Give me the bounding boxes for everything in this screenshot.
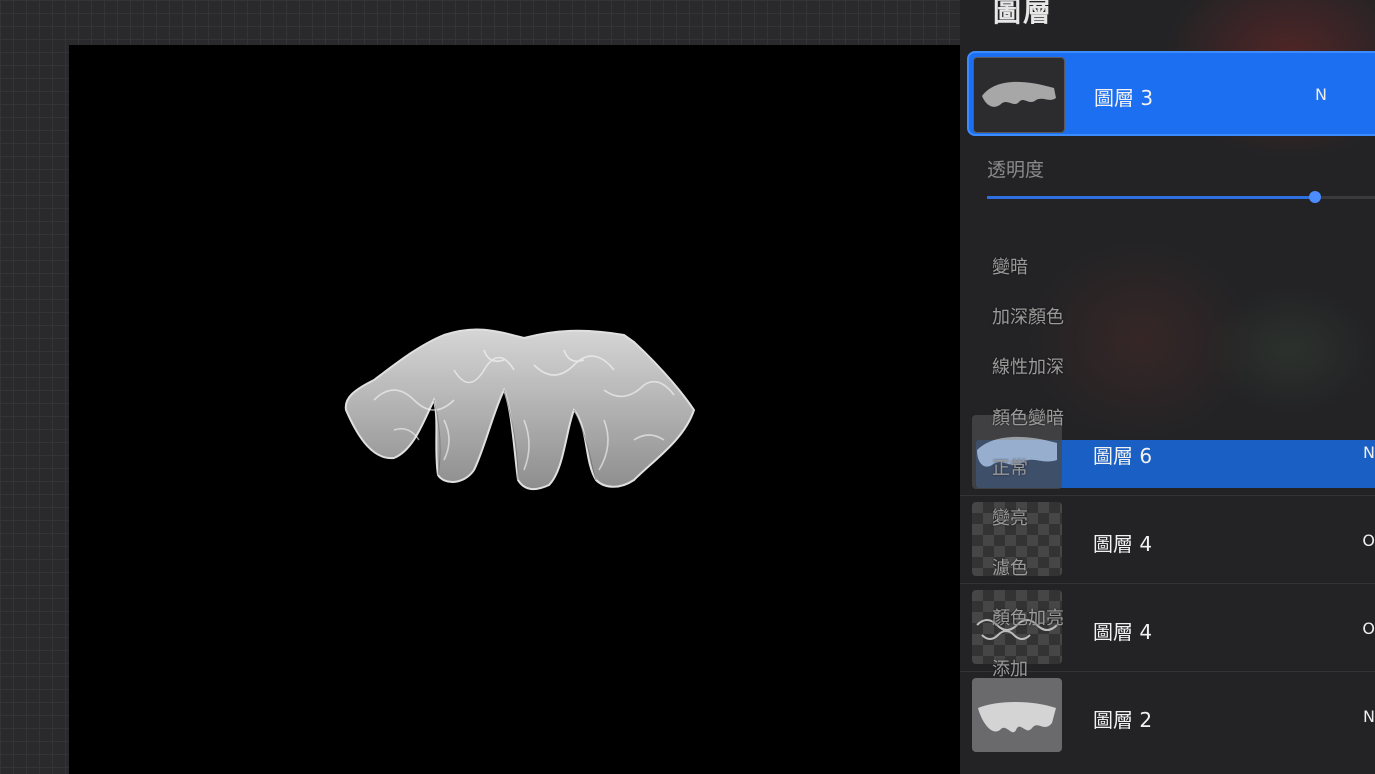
opacity-slider[interactable]	[987, 191, 1375, 203]
layer-thumbnail	[973, 57, 1065, 133]
thumbnail-art	[982, 81, 1056, 107]
opacity-slider-fill	[987, 196, 1315, 199]
blend-mode-item[interactable]: 加深顏色	[992, 303, 1064, 329]
blend-mode-item[interactable]: 顏色變暗	[992, 404, 1064, 430]
active-layer-name: 圖層 3	[1094, 86, 1154, 110]
drawing-canvas[interactable]	[69, 45, 960, 774]
layer-row[interactable]: 圖層 2 N	[960, 671, 1375, 759]
layer-name: 圖層 2	[1093, 708, 1153, 732]
layer-blend-mode[interactable]: O	[1362, 619, 1375, 638]
artwork-ruffle-collar	[344, 328, 696, 491]
opacity-label: 透明度	[987, 159, 1045, 181]
layers-panel: 圖層 圖層 3 N 透明度 圖層 6 N 圖層 4 O 圖層 4 O 圖層 2 …	[960, 0, 1375, 774]
layer-blend-mode[interactable]: N	[1363, 443, 1375, 462]
layer-name: 圖層 6	[1093, 444, 1153, 468]
active-layer-blend-mode[interactable]: N	[1315, 85, 1327, 104]
layer-thumbnail	[972, 678, 1062, 752]
layer-name: 圖層 4	[1093, 620, 1153, 644]
layer-name: 圖層 4	[1093, 532, 1153, 556]
layer-blend-mode[interactable]: O	[1362, 531, 1375, 550]
layer-blend-mode[interactable]: N	[1363, 707, 1375, 726]
panel-title: 圖層	[993, 0, 1054, 28]
workspace[interactable]	[0, 0, 960, 774]
blend-mode-item[interactable]: 濾色	[992, 554, 1028, 580]
opacity-slider-knob[interactable]	[1308, 191, 1321, 203]
blend-mode-item[interactable]: 正常	[992, 454, 1028, 480]
blend-mode-item[interactable]: 顏色加亮	[992, 604, 1064, 630]
blend-mode-item[interactable]: 變暗	[992, 253, 1028, 279]
blend-mode-item[interactable]: 線性加深	[992, 353, 1064, 379]
blend-mode-item[interactable]: 變亮	[992, 504, 1028, 530]
blend-mode-item[interactable]: 添加	[992, 655, 1028, 681]
layer-row-active[interactable]: 圖層 3 N	[967, 51, 1375, 136]
